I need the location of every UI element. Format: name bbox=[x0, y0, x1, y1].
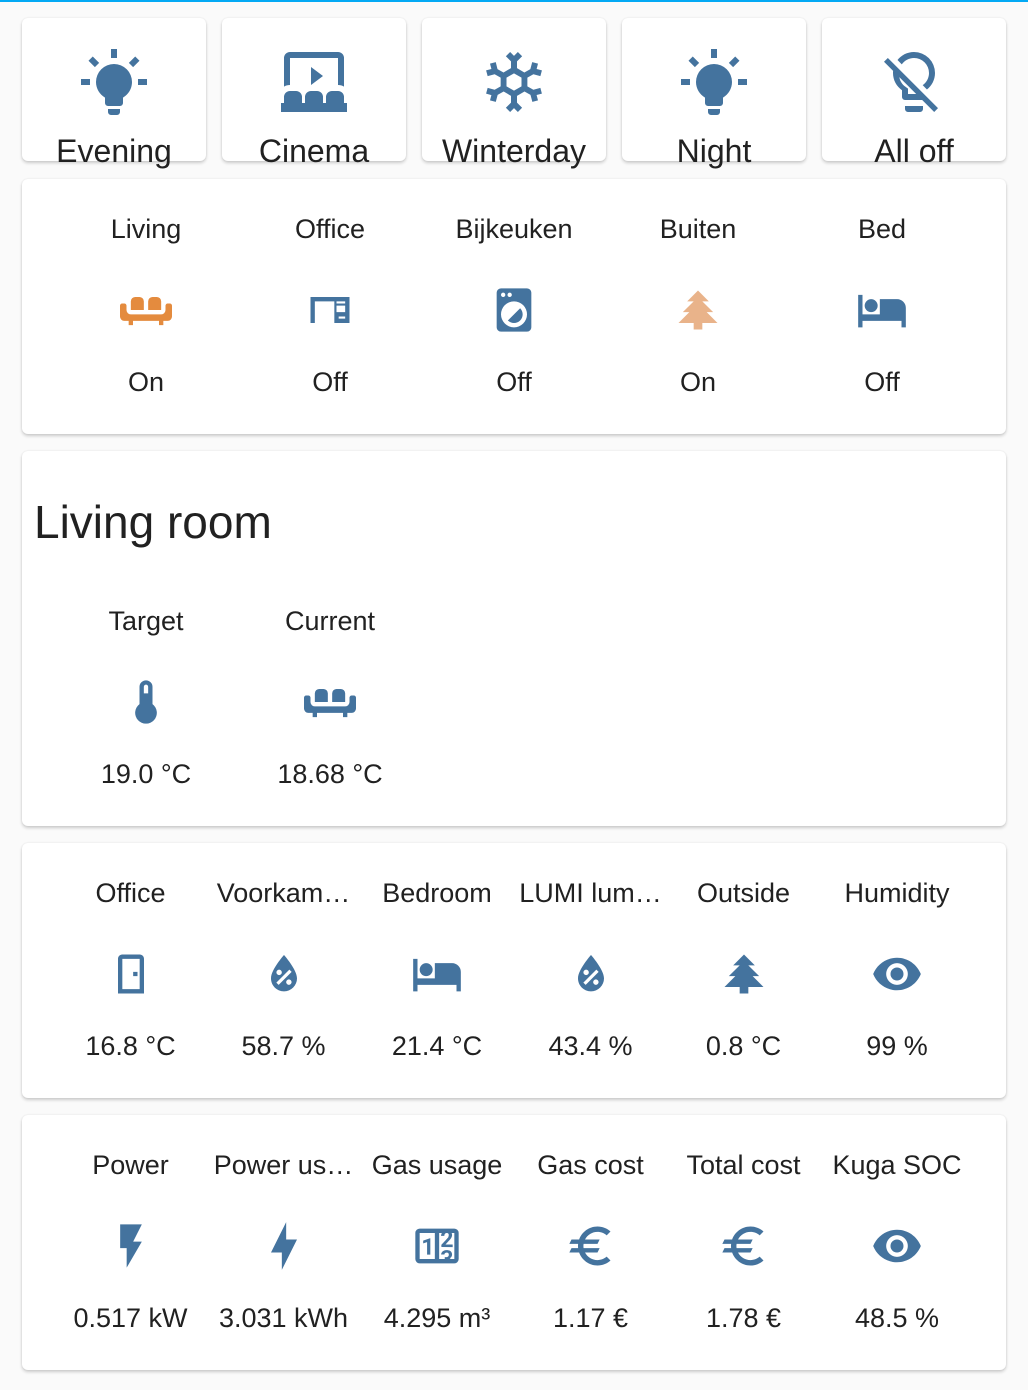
scene-button-evening[interactable]: Evening bbox=[22, 18, 206, 169]
pine-tree-icon bbox=[718, 948, 770, 1000]
entity-state: 58.7 % bbox=[241, 1031, 326, 1061]
flash-icon bbox=[258, 1220, 310, 1272]
bed-icon bbox=[411, 948, 463, 1000]
bed-icon bbox=[856, 284, 908, 336]
scene-button-night[interactable]: Night bbox=[622, 18, 806, 169]
washing-machine-icon bbox=[488, 284, 540, 336]
lightbulb-off-icon bbox=[878, 46, 950, 118]
light-office[interactable]: Office Off bbox=[238, 212, 422, 402]
energy-total-cost[interactable]: Total cost 1.78 € bbox=[667, 1148, 820, 1338]
entity-name: Bijkeuken bbox=[455, 214, 573, 244]
entity-name: Buiten bbox=[659, 214, 737, 244]
entity-state: 48.5 % bbox=[854, 1303, 940, 1333]
pine-tree-icon bbox=[672, 284, 724, 336]
sofa-icon bbox=[120, 284, 172, 336]
entity-state: 1.17 € bbox=[552, 1303, 629, 1333]
entity-name: Current bbox=[284, 606, 376, 636]
theater-icon bbox=[278, 46, 350, 118]
energy-kuga-soc[interactable]: Kuga SOC 48.5 % bbox=[820, 1148, 974, 1338]
scene-label: Night bbox=[676, 133, 752, 169]
entity-state: 99 % bbox=[866, 1031, 928, 1061]
entity-name: Target bbox=[108, 606, 184, 636]
water-percent-icon bbox=[258, 948, 310, 1000]
sensor-outside[interactable]: Outside 0.8 °C bbox=[667, 876, 820, 1066]
snowflake-icon bbox=[478, 46, 550, 118]
entity-target[interactable]: Target 19.0 °C bbox=[54, 604, 238, 794]
entity-name: Bed bbox=[857, 214, 907, 244]
entity-name: LUMI lum… bbox=[519, 878, 662, 908]
entity-name: Kuga SOC bbox=[832, 1150, 962, 1180]
euro-icon bbox=[718, 1220, 770, 1272]
lightbulb-icon bbox=[78, 46, 150, 118]
entity-name: Office bbox=[95, 878, 166, 908]
thermometer-icon bbox=[120, 676, 172, 728]
eye-icon bbox=[871, 1220, 923, 1272]
door-icon bbox=[105, 948, 157, 1000]
entity-name: Gas usage bbox=[371, 1150, 503, 1180]
light-buiten[interactable]: Buiten On bbox=[606, 212, 790, 402]
entity-name: Voorkam… bbox=[216, 878, 351, 908]
entity-state: 16.8 °C bbox=[85, 1031, 176, 1061]
top-accent-bar bbox=[0, 0, 1028, 2]
entity-state: 4.295 m³ bbox=[383, 1303, 491, 1333]
scene-button-cinema[interactable]: Cinema bbox=[222, 18, 406, 169]
flash-icon bbox=[105, 1220, 157, 1272]
entity-state: On bbox=[679, 367, 717, 397]
entity-name: Power bbox=[92, 1150, 169, 1180]
entity-state: 18.68 °C bbox=[277, 759, 383, 789]
sensor-lumi[interactable]: LUMI lum… 43.4 % bbox=[514, 876, 667, 1066]
entity-state: 0.8 °C bbox=[705, 1031, 782, 1061]
energy-gas-cost[interactable]: Gas cost 1.17 € bbox=[514, 1148, 667, 1338]
entity-state: 1.78 € bbox=[705, 1303, 782, 1333]
lightbulb-icon bbox=[678, 46, 750, 118]
sofa-icon bbox=[304, 676, 356, 728]
entity-name: Bedroom bbox=[382, 878, 492, 908]
scene-button-all-off[interactable]: All off bbox=[822, 18, 1006, 169]
light-living[interactable]: Living On bbox=[54, 212, 238, 402]
scene-label: Winterday bbox=[441, 133, 587, 169]
entity-state: 19.0 °C bbox=[100, 759, 192, 789]
light-bed[interactable]: Bed Off bbox=[790, 212, 974, 402]
scene-label: Evening bbox=[56, 133, 172, 169]
scene-label: All off bbox=[874, 133, 954, 169]
sensor-office[interactable]: Office 16.8 °C bbox=[54, 876, 207, 1066]
entity-state: 0.517 kW bbox=[73, 1303, 188, 1333]
entity-state: On bbox=[127, 367, 165, 397]
energy-gas-usage[interactable]: Gas usage 4.295 m³ bbox=[360, 1148, 514, 1338]
desk-icon bbox=[304, 284, 356, 336]
entity-state: Off bbox=[312, 367, 348, 397]
entity-state: Off bbox=[864, 367, 900, 397]
entity-name: Living bbox=[110, 214, 182, 244]
counter-icon bbox=[411, 1220, 463, 1272]
entity-state: 43.4 % bbox=[548, 1031, 633, 1061]
water-percent-icon bbox=[565, 948, 617, 1000]
entity-name: Total cost bbox=[686, 1150, 801, 1180]
card-title: Living room bbox=[34, 496, 272, 548]
energy-power[interactable]: Power 0.517 kW bbox=[54, 1148, 207, 1338]
entity-name: Gas cost bbox=[537, 1150, 644, 1180]
entity-name: Outside bbox=[696, 878, 791, 908]
eye-icon bbox=[871, 948, 923, 1000]
entity-name: Power us… bbox=[213, 1150, 354, 1180]
light-bijkeuken[interactable]: Bijkeuken Off bbox=[422, 212, 606, 402]
energy-power-usage[interactable]: Power us… 3.031 kWh bbox=[207, 1148, 360, 1338]
sensor-voorkamer[interactable]: Voorkam… 58.7 % bbox=[207, 876, 360, 1066]
entity-state: Off bbox=[496, 367, 532, 397]
entity-name: Office bbox=[294, 214, 366, 244]
entity-state: 21.4 °C bbox=[391, 1031, 483, 1061]
sensor-humidity[interactable]: Humidity 99 % bbox=[820, 876, 974, 1066]
entity-current[interactable]: Current 18.68 °C bbox=[238, 604, 422, 794]
euro-icon bbox=[565, 1220, 617, 1272]
sensor-bedroom[interactable]: Bedroom 21.4 °C bbox=[360, 876, 514, 1066]
entity-name: Humidity bbox=[844, 878, 950, 908]
scene-label: Cinema bbox=[258, 133, 370, 169]
scene-button-winterday[interactable]: Winterday bbox=[422, 18, 606, 169]
entity-state: 3.031 kWh bbox=[218, 1303, 349, 1333]
